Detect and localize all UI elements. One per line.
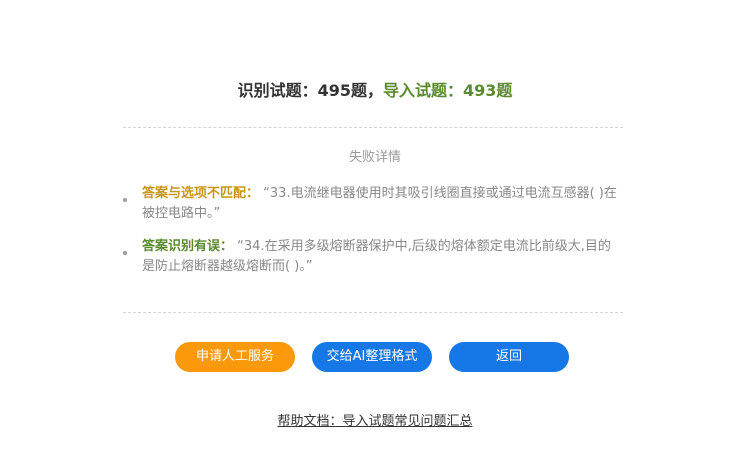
bullet-icon <box>123 251 127 255</box>
failure-item-content: 答案与选项不匹配： “33.电流继电器使用时其吸引线圈直接或通过电流互感器( )… <box>142 184 623 224</box>
failure-item: 答案与选项不匹配： “33.电流继电器使用时其吸引线圈直接或通过电流互感器( )… <box>123 184 623 224</box>
help-doc-container: 帮助文档：导入试题常见问题汇总 <box>0 412 750 432</box>
failure-reason: 答案识别有误： <box>142 239 234 254</box>
import-summary: 识别试题：495题，导入试题：493题 <box>0 80 750 102</box>
bullet-icon <box>123 198 127 202</box>
divider-top <box>123 127 623 128</box>
divider-bottom <box>123 312 623 313</box>
action-buttons: 申请人工服务 交给AI整理格式 返回 <box>0 342 750 372</box>
failure-details-title: 失败详情 <box>348 150 401 165</box>
failure-item-content: 答案识别有误： “34.在采用多级熔断器保护中,后级的熔体额定电流比前级大,目的… <box>142 237 623 277</box>
back-button[interactable]: 返回 <box>449 342 569 372</box>
summary-separator: ， <box>366 81 383 100</box>
failure-item: 答案识别有误： “34.在采用多级熔断器保护中,后级的熔体额定电流比前级大,目的… <box>123 237 623 277</box>
manual-service-button[interactable]: 申请人工服务 <box>175 342 295 372</box>
recognized-count: 识别试题：495题 <box>237 81 367 100</box>
ai-format-button[interactable]: 交给AI整理格式 <box>312 342 432 372</box>
failure-reason: 答案与选项不匹配： <box>142 186 260 201</box>
imported-count: 导入试题：493题 <box>383 81 513 100</box>
help-doc-link[interactable]: 帮助文档：导入试题常见问题汇总 <box>277 414 472 429</box>
